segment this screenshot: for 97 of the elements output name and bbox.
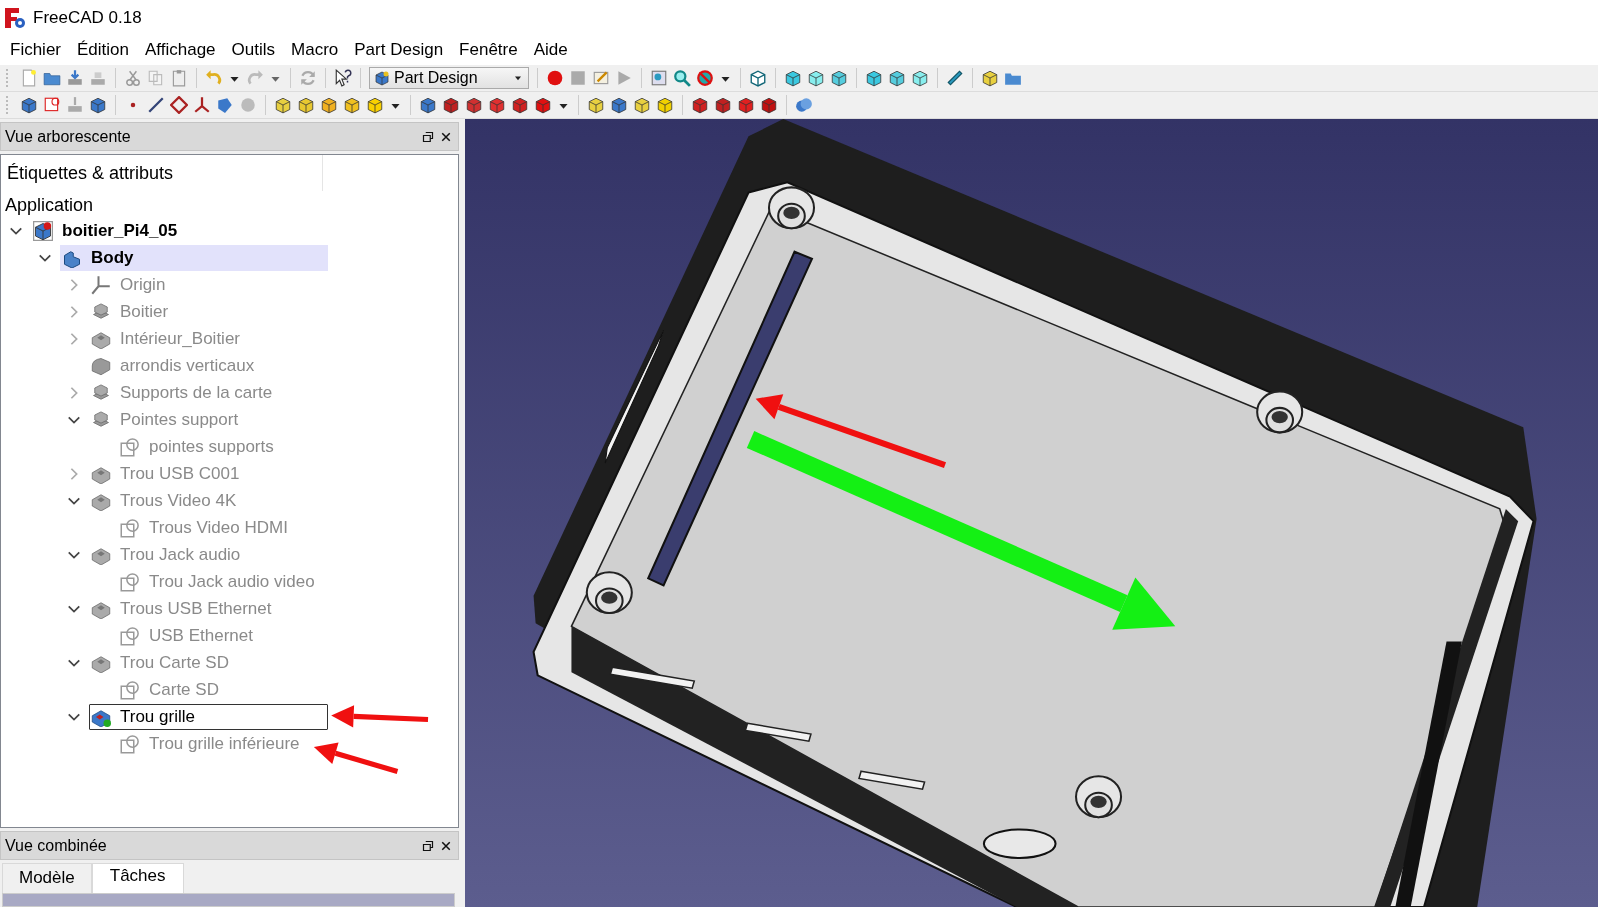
measure-icon[interactable] [946, 69, 964, 87]
panel-title: Vue arborescente [5, 127, 132, 146]
tree-item[interactable]: boitier_Pi4_05 [31, 217, 182, 244]
isometric-view-icon[interactable] [749, 69, 767, 87]
tree-item[interactable]: Pointes support [89, 406, 243, 433]
menu-item[interactable]: Part Design [346, 40, 452, 60]
sketch-icon[interactable] [43, 96, 61, 114]
float-icon[interactable] [422, 839, 434, 852]
front-view-icon[interactable] [784, 69, 802, 87]
body-icon[interactable] [20, 96, 38, 114]
tree-item[interactable]: Trou USB C001 [89, 460, 244, 487]
tree-item[interactable]: Origin [89, 271, 170, 298]
draw-style-icon[interactable] [696, 69, 714, 87]
panel-title: Vue combinée [5, 836, 108, 855]
zoom-icon[interactable] [673, 69, 691, 87]
menu-item[interactable]: Édition [69, 40, 137, 60]
part-icon[interactable] [981, 69, 999, 87]
menu-item[interactable]: Affichage [137, 40, 224, 60]
axes-icon [91, 274, 111, 295]
sketch-icon [120, 571, 140, 592]
tree-item[interactable]: Trous Video 4K [89, 487, 241, 514]
tree-item[interactable]: pointes supports [118, 433, 278, 460]
datum-plane-icon[interactable] [170, 96, 188, 114]
bottom-view-icon[interactable] [888, 69, 906, 87]
left-view-icon[interactable] [911, 69, 929, 87]
workbench-icon [374, 70, 390, 86]
sketch-icon [120, 733, 140, 754]
tree-item[interactable]: Trous Video HDMI [118, 514, 292, 541]
tree-item[interactable]: Trou grille [89, 703, 328, 730]
record-macro-icon[interactable] [546, 69, 564, 87]
float-icon[interactable] [422, 130, 434, 143]
polar-pattern-icon[interactable] [633, 96, 651, 114]
thickness-icon[interactable] [760, 96, 778, 114]
boolean-icon[interactable] [795, 96, 813, 114]
close-icon[interactable] [440, 130, 452, 143]
additive-pipe-icon[interactable] [343, 96, 361, 114]
fillet-icon [91, 355, 111, 376]
app-logo-icon [3, 5, 27, 30]
tree-section-label: Application [4, 194, 95, 217]
subtractive-loft-icon[interactable] [488, 96, 506, 114]
tree-item[interactable]: Supports de la carte [89, 379, 277, 406]
pad-icon [91, 409, 111, 430]
pocket-icon[interactable] [419, 96, 437, 114]
multi-transform-icon[interactable] [656, 96, 674, 114]
save-icon[interactable] [66, 69, 84, 87]
rear-view-icon[interactable] [865, 69, 883, 87]
hole-icon[interactable] [442, 96, 460, 114]
column-header: Étiquettes & attributs [1, 155, 323, 191]
groove-icon[interactable] [465, 96, 483, 114]
tab[interactable]: Modèle [2, 863, 92, 893]
draft-icon[interactable] [737, 96, 755, 114]
tree-item[interactable]: USB Ethernet [118, 622, 257, 649]
fit-all-icon[interactable] [650, 69, 668, 87]
whats-this-icon[interactable] [334, 69, 352, 87]
subtractive-pipe-icon[interactable] [511, 96, 529, 114]
menu-item[interactable]: Macro [283, 40, 347, 60]
tree-item[interactable]: Trou Jack audio [89, 541, 245, 568]
mirror-icon[interactable] [587, 96, 605, 114]
sketch-icon [120, 679, 140, 700]
tree-item[interactable]: Intérieur_Boitier [89, 325, 244, 352]
window-title: FreeCAD 0.18 [33, 7, 142, 28]
sketch-icon [120, 517, 140, 538]
tree-item[interactable]: Carte SD [118, 676, 223, 703]
top-view-icon[interactable] [807, 69, 825, 87]
sketch-icon [120, 436, 140, 457]
fillet-icon[interactable] [691, 96, 709, 114]
tab[interactable]: Tâches [91, 863, 184, 893]
additive-loft-icon[interactable] [320, 96, 338, 114]
additive-primitive-icon[interactable] [366, 96, 384, 114]
revolution-icon[interactable] [297, 96, 315, 114]
tree-item[interactable]: Trou Jack audio video [118, 568, 319, 595]
linear-pattern-icon[interactable] [610, 96, 628, 114]
tree-item[interactable]: arrondis verticaux [89, 352, 259, 379]
menu-item[interactable]: Outils [223, 40, 284, 60]
sketch-icon [120, 625, 140, 646]
menu-item[interactable]: Aide [525, 40, 576, 60]
shape-binder-icon[interactable] [216, 96, 234, 114]
clone-icon[interactable] [89, 96, 107, 114]
subtractive-primitive-icon[interactable] [534, 96, 552, 114]
edit-macro-icon[interactable] [592, 69, 610, 87]
tree-item[interactable]: Trou Carte SD [89, 649, 233, 676]
workbench-dropdown[interactable]: Part Design [369, 67, 529, 89]
tree-item[interactable]: Boitier [89, 298, 173, 325]
menu-item[interactable]: Fenêtre [451, 40, 526, 60]
coordinate-system-icon[interactable] [193, 96, 211, 114]
pad-icon[interactable] [274, 96, 292, 114]
tree-item[interactable]: Trous USB Ethernet [89, 595, 276, 622]
document-icon [33, 220, 53, 241]
menu-item[interactable]: Fichier [2, 40, 69, 60]
close-icon[interactable] [440, 839, 452, 852]
chamfer-icon[interactable] [714, 96, 732, 114]
datum-line-icon[interactable] [147, 96, 165, 114]
right-view-icon[interactable] [830, 69, 848, 87]
pad-icon [91, 301, 111, 322]
tree-item[interactable]: Body [60, 244, 328, 271]
tree-item[interactable]: Trou grille inférieure [118, 730, 304, 757]
pad-icon [91, 382, 111, 403]
